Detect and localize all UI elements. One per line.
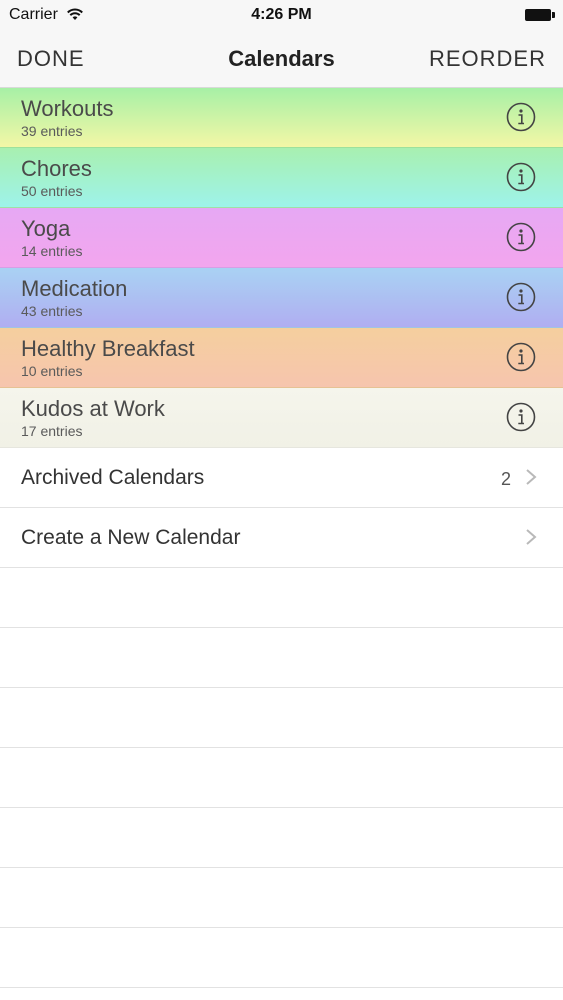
info-icon[interactable] xyxy=(506,102,536,132)
calendar-name: Yoga xyxy=(21,216,71,241)
create-calendar-label: Create a New Calendar xyxy=(21,526,241,549)
archived-count: 2 xyxy=(500,469,511,489)
info-icon[interactable] xyxy=(506,282,536,312)
empty-row xyxy=(0,928,563,988)
calendar-entry-count: 39 entries xyxy=(21,123,83,139)
navigation-bar: DONE Calendars REORDER xyxy=(0,30,563,88)
archived-calendars-label: Archived Calendars xyxy=(21,466,205,489)
calendar-entry-count: 10 entries xyxy=(21,363,83,379)
info-icon[interactable] xyxy=(506,222,536,252)
calendar-name: Workouts xyxy=(21,96,114,121)
battery-icon xyxy=(525,9,555,21)
calendar-row-workouts[interactable]: Workouts 39 entries xyxy=(0,88,563,148)
chevron-right-icon xyxy=(525,528,537,546)
calendar-row-healthy-breakfast[interactable]: Healthy Breakfast 10 entries xyxy=(0,328,563,388)
archived-calendars-row[interactable]: Archived Calendars 2 xyxy=(0,448,563,508)
calendar-entry-count: 50 entries xyxy=(21,183,83,199)
calendar-name: Chores xyxy=(21,156,92,181)
create-calendar-row[interactable]: Create a New Calendar xyxy=(0,508,563,568)
empty-row xyxy=(0,568,563,628)
reorder-button[interactable]: REORDER xyxy=(429,46,546,72)
info-icon[interactable] xyxy=(506,162,536,192)
empty-row xyxy=(0,748,563,808)
calendar-row-medication[interactable]: Medication 43 entries xyxy=(0,268,563,328)
calendar-row-kudos-at-work[interactable]: Kudos at Work 17 entries xyxy=(0,388,563,448)
calendar-name: Medication xyxy=(21,276,128,301)
calendar-entry-count: 14 entries xyxy=(21,243,83,259)
empty-row xyxy=(0,628,563,688)
calendar-entry-count: 43 entries xyxy=(21,303,83,319)
calendar-row-chores[interactable]: Chores 50 entries xyxy=(0,148,563,208)
chevron-right-icon xyxy=(525,468,537,486)
empty-row xyxy=(0,688,563,748)
status-time: 4:26 PM xyxy=(251,6,312,23)
calendar-name: Healthy Breakfast xyxy=(21,336,195,361)
info-icon[interactable] xyxy=(506,402,536,432)
calendar-row-yoga[interactable]: Yoga 14 entries xyxy=(0,208,563,268)
calendar-name: Kudos at Work xyxy=(21,396,165,421)
empty-row xyxy=(0,868,563,928)
status-bar: Carrier 4:26 PM xyxy=(0,0,563,30)
empty-row xyxy=(0,808,563,868)
calendar-entry-count: 17 entries xyxy=(21,423,83,439)
calendar-list: Workouts 39 entries Chores 50 entries Yo… xyxy=(0,88,563,988)
info-icon[interactable] xyxy=(506,342,536,372)
